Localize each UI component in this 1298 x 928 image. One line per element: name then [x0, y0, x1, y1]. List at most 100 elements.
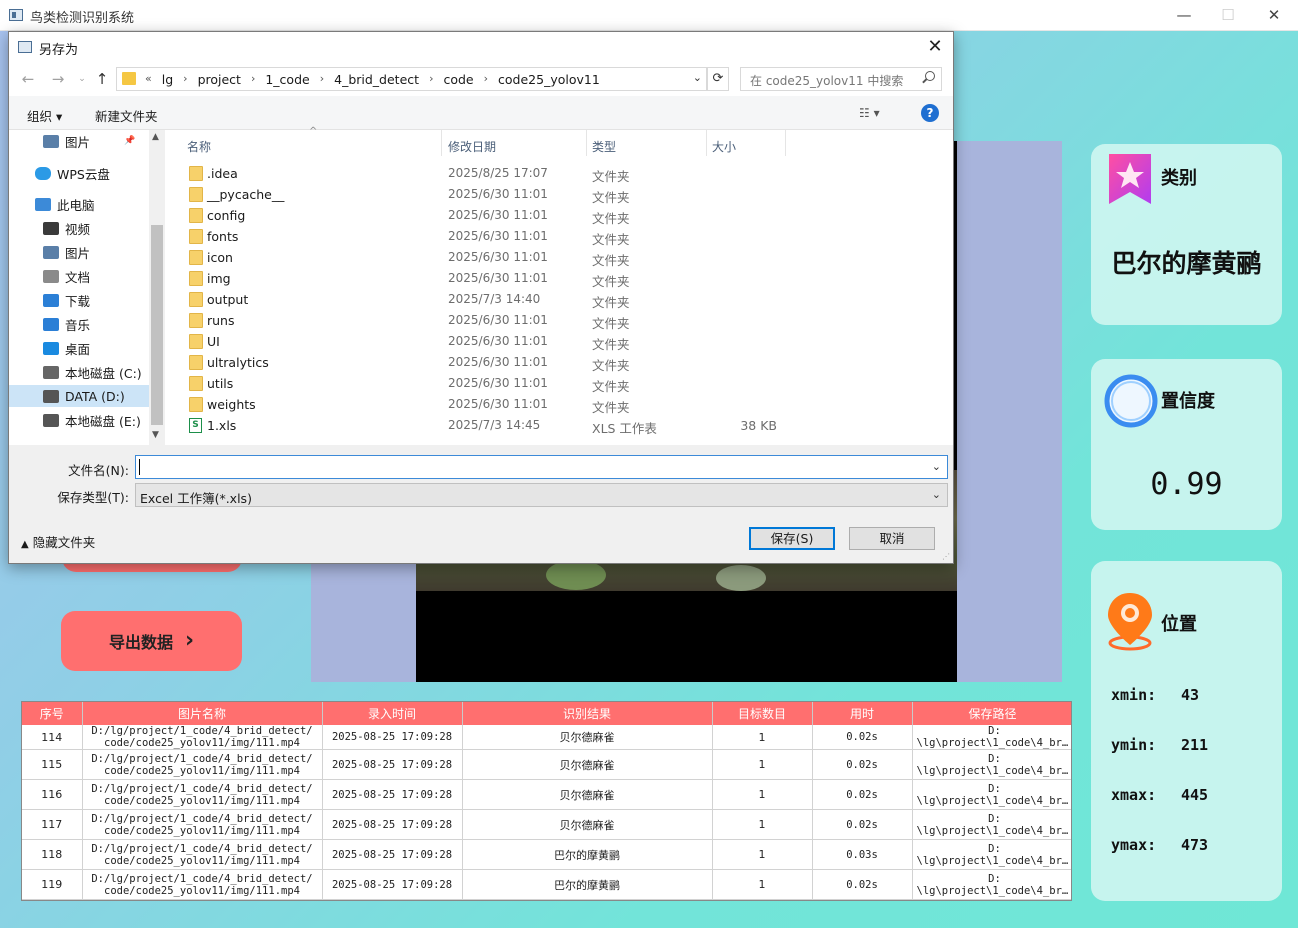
filename-input[interactable]: ⌄ — [135, 455, 948, 479]
nav-item[interactable]: 图片 📌 — [9, 130, 149, 152]
file-row[interactable]: utils 2025/6/30 11:01 文件夹 — [165, 373, 953, 394]
new-folder-button[interactable]: 新建文件夹 — [95, 106, 158, 125]
breadcrumb-chevron-icon[interactable]: › — [179, 72, 191, 87]
back-arrow-icon[interactable]: ← — [19, 70, 37, 88]
file-row[interactable]: img 2025/6/30 11:01 文件夹 — [165, 268, 953, 289]
column-divider[interactable] — [586, 130, 587, 156]
file-row[interactable]: S 1.xls 2025/7/3 14:45 XLS 工作表 38 KB — [165, 415, 953, 436]
nav-item[interactable]: 此电脑 — [9, 193, 149, 215]
cell-save-path: D: \lg\project\1_code\4_br… — [912, 779, 1071, 810]
cell-image-name-line: D:/lg/project/1_code/4_brid_detect/ — [91, 752, 313, 765]
table-row[interactable]: 118 D:/lg/project/1_code/4_brid_detect/co… — [22, 839, 1071, 870]
column-divider[interactable] — [706, 130, 707, 156]
filename-dropdown-icon[interactable]: ⌄ — [932, 460, 941, 473]
cancel-button[interactable]: 取消 — [849, 527, 935, 550]
file-row[interactable]: ultralytics 2025/6/30 11:01 文件夹 — [165, 352, 953, 373]
table-row[interactable]: 115 D:/lg/project/1_code/4_brid_detect/co… — [22, 749, 1071, 780]
minimize-button[interactable]: — — [1172, 4, 1196, 26]
search-box[interactable]: 在 code25_yolov11 中搜索 — [740, 67, 942, 91]
breadcrumb-overflow-icon[interactable]: « — [141, 72, 156, 87]
breadcrumb-segment[interactable]: code — [437, 72, 479, 87]
column-name[interactable]: 名称 — [187, 138, 211, 155]
header-save-path[interactable]: 保存路径 — [912, 702, 1071, 725]
pin-icon[interactable]: 📌 — [124, 136, 135, 146]
breadcrumb-chevron-icon[interactable]: › — [247, 72, 259, 87]
hide-folders-toggle[interactable]: ▲ 隐藏文件夹 — [21, 532, 95, 551]
file-row[interactable]: UI 2025/6/30 11:01 文件夹 — [165, 331, 953, 352]
recent-dropdown-icon[interactable]: ⌄ — [73, 70, 91, 88]
column-divider[interactable] — [441, 130, 442, 156]
maximize-button[interactable]: ☐ — [1216, 4, 1240, 26]
column-size[interactable]: 大小 — [712, 138, 736, 155]
file-row[interactable]: icon 2025/6/30 11:01 文件夹 — [165, 247, 953, 268]
file-row[interactable]: __pycache__ 2025/6/30 11:01 文件夹 — [165, 184, 953, 205]
table-row[interactable]: 114 D:/lg/project/1_code/4_brid_detect/co… — [22, 725, 1071, 750]
file-row[interactable]: .idea 2025/8/25 17:07 文件夹 — [165, 163, 953, 184]
breadcrumb-segment[interactable]: 4_brid_detect — [328, 72, 425, 87]
breadcrumb-segment[interactable]: lg — [156, 72, 179, 87]
breadcrumb-chevron-icon[interactable]: › — [425, 72, 437, 87]
filetype-dropdown-icon[interactable]: ⌄ — [932, 488, 941, 501]
header-time[interactable]: 录入时间 — [322, 702, 463, 725]
file-type: 文件夹 — [592, 358, 630, 373]
table-row[interactable]: 117 D:/lg/project/1_code/4_brid_detect/co… — [22, 809, 1071, 840]
file-row[interactable]: fonts 2025/6/30 11:01 文件夹 — [165, 226, 953, 247]
nav-item[interactable]: 视频 — [9, 217, 149, 239]
breadcrumb-segment[interactable]: 1_code — [259, 72, 315, 87]
nav-item[interactable]: 本地磁盘 (E:) — [9, 409, 149, 431]
scroll-down-icon[interactable]: ▼ — [152, 430, 159, 440]
dialog-close-button[interactable]: ✕ — [923, 36, 947, 58]
filetype-select[interactable]: Excel 工作簿(*.xls) ⌄ — [135, 483, 948, 507]
file-name: img — [207, 271, 231, 286]
address-dropdown-icon[interactable]: ⌄ — [693, 71, 702, 84]
results-table[interactable]: 序号 图片名称 录入时间 识别结果 目标数目 用时 保存路径 114 D:/lg/… — [21, 701, 1072, 901]
file-row[interactable]: weights 2025/6/30 11:01 文件夹 — [165, 394, 953, 415]
nav-item[interactable]: 图片 — [9, 241, 149, 263]
save-button[interactable]: 保存(S) — [749, 527, 835, 550]
header-result[interactable]: 识别结果 — [462, 702, 713, 725]
address-bar[interactable]: «lg › project › 1_code › 4_brid_detect › code › co… — [116, 67, 707, 91]
breadcrumb-chevron-icon[interactable]: › — [480, 72, 492, 87]
file-row[interactable]: config 2025/6/30 11:01 文件夹 — [165, 205, 953, 226]
close-button[interactable]: ✕ — [1262, 4, 1286, 26]
scroll-up-icon[interactable]: ▲ — [152, 132, 159, 142]
file-row[interactable]: runs 2025/6/30 11:01 文件夹 — [165, 310, 953, 331]
document-icon — [43, 269, 59, 283]
cell-index: 114 — [22, 725, 83, 750]
organize-menu[interactable]: 组织 ▾ — [27, 106, 62, 125]
folder-icon — [189, 334, 203, 349]
file-row[interactable]: output 2025/7/3 14:40 文件夹 — [165, 289, 953, 310]
breadcrumb-chevron-icon[interactable]: › — [316, 72, 328, 87]
table-row[interactable]: 116 D:/lg/project/1_code/4_brid_detect/co… — [22, 779, 1071, 810]
header-count[interactable]: 目标数目 — [712, 702, 813, 725]
header-cost[interactable]: 用时 — [812, 702, 913, 725]
dialog-title: 另存为 — [39, 43, 79, 58]
nav-item[interactable]: WPS云盘 — [9, 162, 149, 184]
file-date: 2025/6/30 11:01 — [448, 313, 548, 327]
header-index[interactable]: 序号 — [22, 702, 83, 725]
nav-item[interactable]: 音乐 — [9, 313, 149, 335]
app-title: 鸟类检测识别系统 — [30, 11, 135, 26]
sort-ascending-icon: ^ — [309, 126, 318, 137]
export-data-button[interactable]: 导出数据 › — [61, 611, 242, 671]
breadcrumb-segment[interactable]: project — [192, 72, 247, 87]
column-divider[interactable] — [785, 130, 786, 156]
navigation-scrollbar[interactable]: ▲ ▼ — [149, 130, 165, 445]
scroll-thumb[interactable] — [151, 225, 163, 425]
help-icon[interactable]: ? — [921, 104, 939, 122]
up-arrow-icon[interactable]: ↑ — [93, 70, 111, 88]
nav-item[interactable]: 下载 — [9, 289, 149, 311]
table-row[interactable]: 119 D:/lg/project/1_code/4_brid_detect/co… — [22, 869, 1071, 900]
view-options-icon[interactable]: ☷ ▾ — [859, 106, 880, 120]
nav-item[interactable]: 文档 — [9, 265, 149, 287]
forward-arrow-icon[interactable]: → — [49, 70, 67, 88]
column-date[interactable]: 修改日期 — [448, 138, 496, 155]
breadcrumb-segment[interactable]: code25_yolov11 — [492, 72, 606, 87]
refresh-icon[interactable]: ⟳ — [707, 67, 729, 91]
column-type[interactable]: 类型 — [592, 138, 616, 155]
nav-item[interactable]: 桌面 — [9, 337, 149, 359]
nav-item[interactable]: 本地磁盘 (C:) — [9, 361, 149, 383]
resize-grip-icon[interactable]: ⋰ — [942, 552, 950, 561]
header-image-name[interactable]: 图片名称 — [82, 702, 323, 725]
nav-item[interactable]: DATA (D:) — [9, 385, 149, 407]
